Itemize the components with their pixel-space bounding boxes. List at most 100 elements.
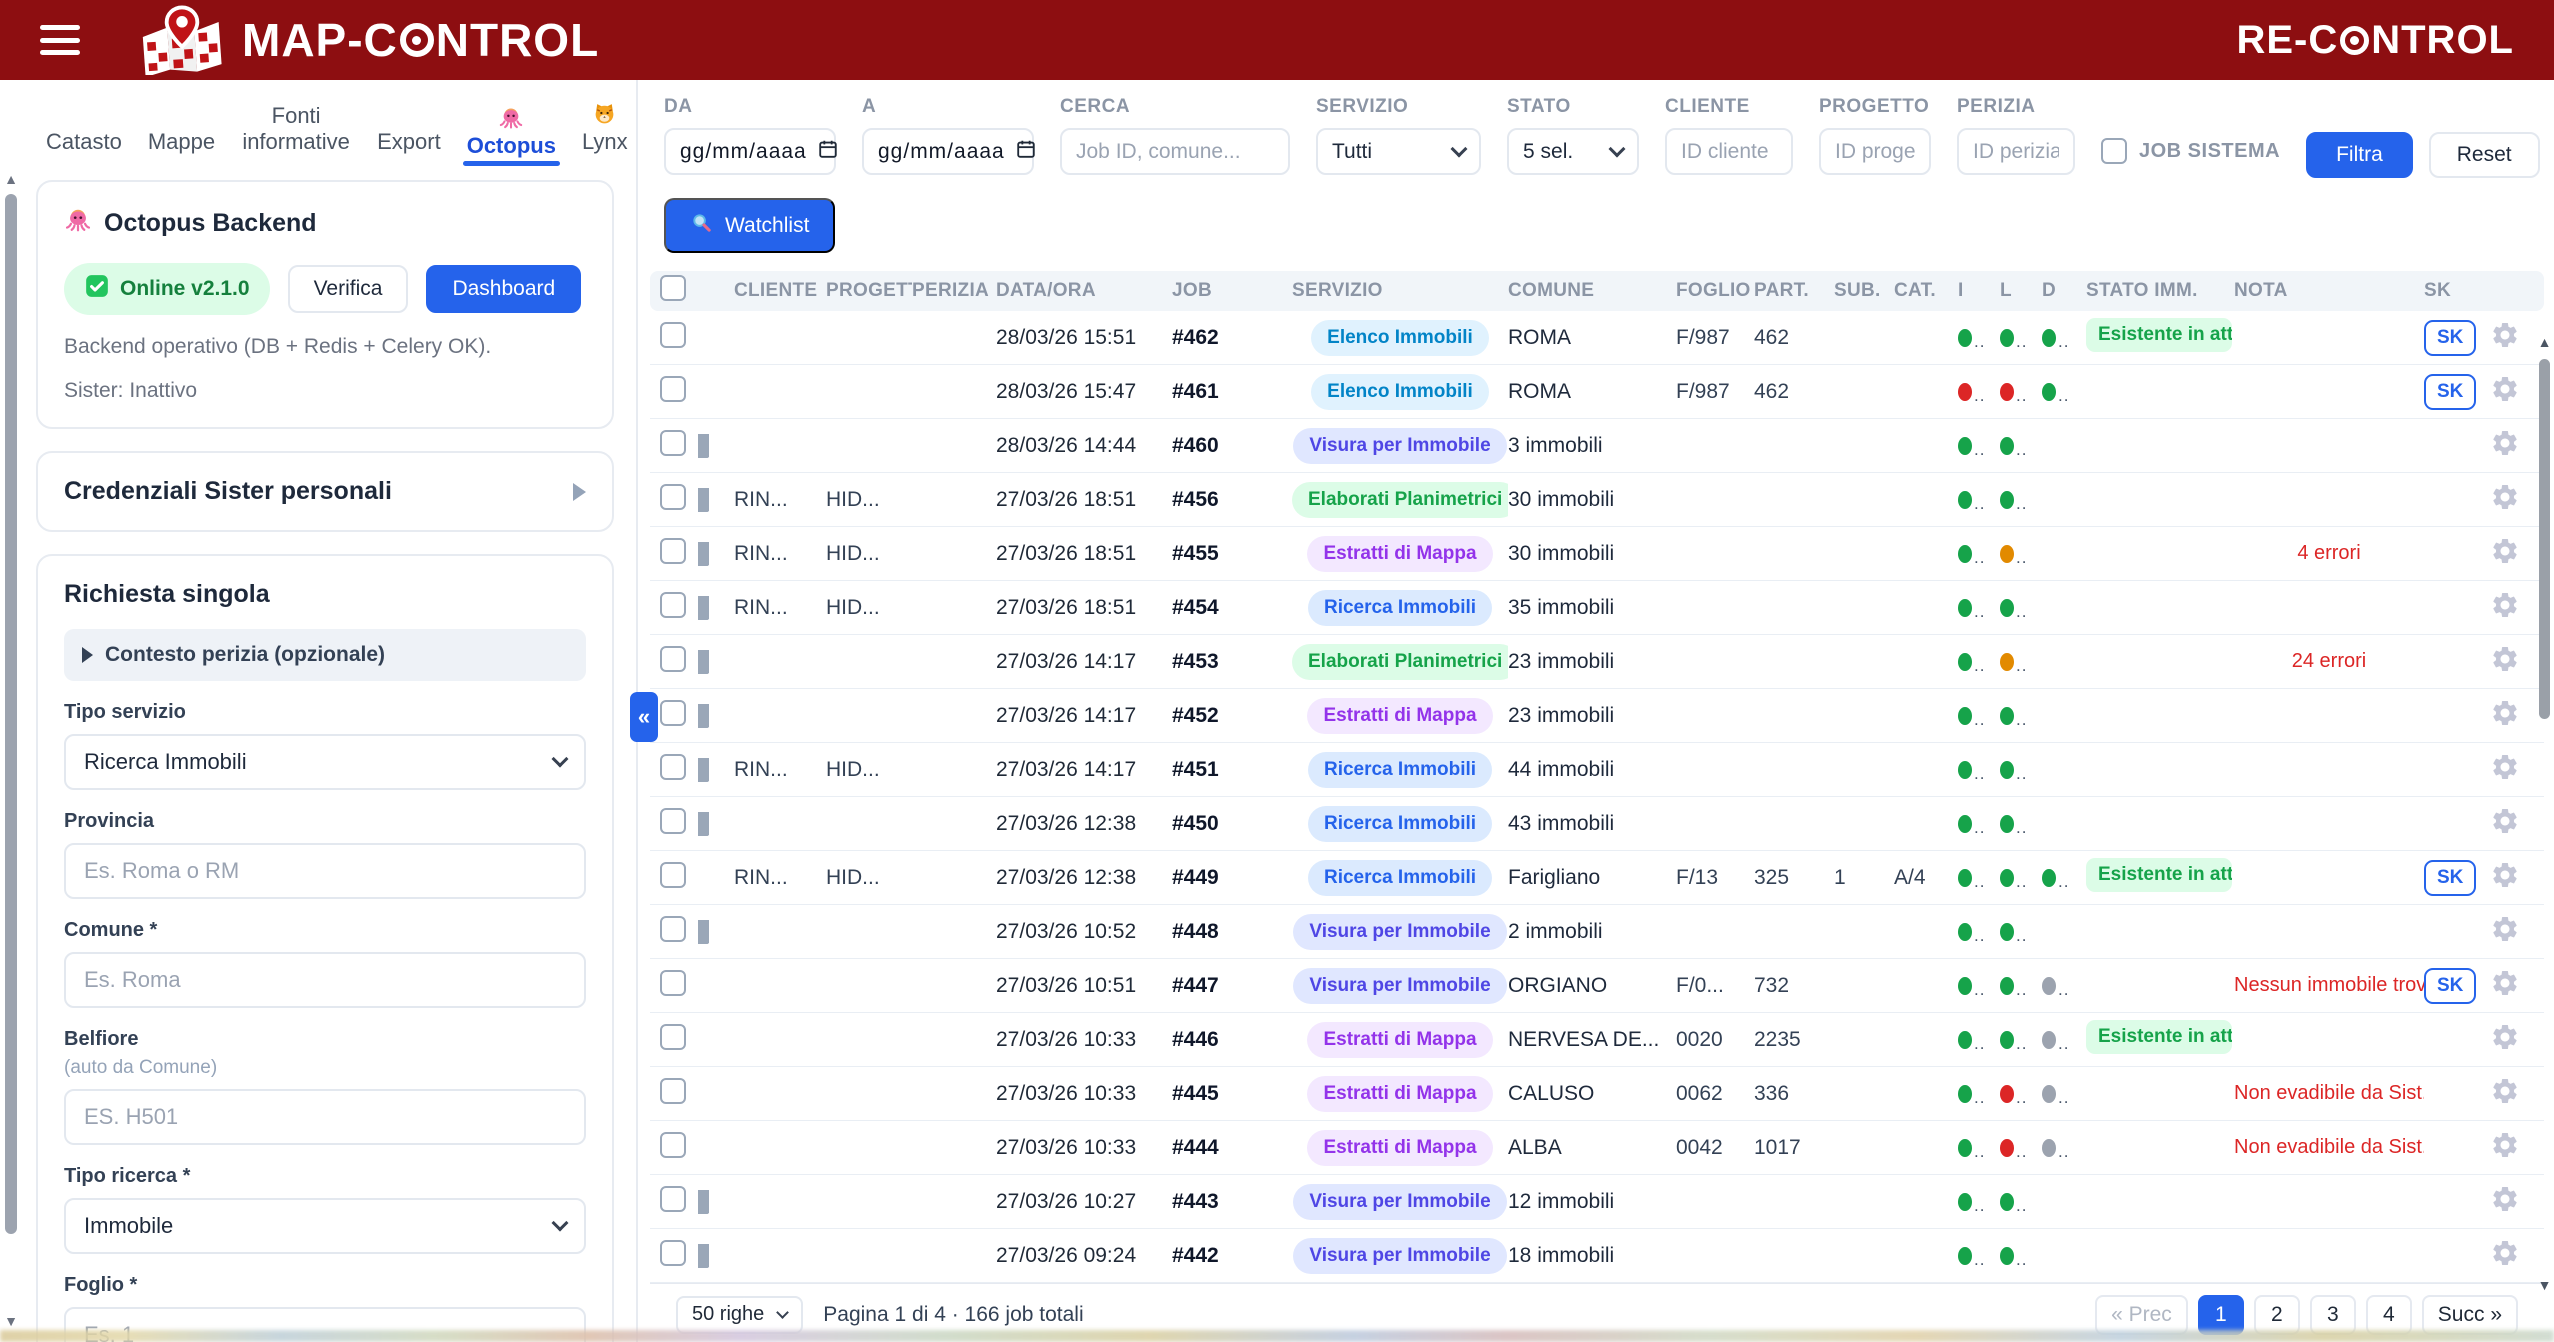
expand-row-icon[interactable] [698, 434, 709, 458]
da-date-input[interactable]: gg/mm/aaaa [664, 128, 836, 175]
contesto-perizia-toggle[interactable]: Contesto perizia (opzionale) [64, 629, 586, 681]
row-checkbox[interactable] [660, 376, 686, 402]
scroll-up-icon[interactable]: ▲ [3, 172, 19, 186]
gear-icon[interactable] [2490, 440, 2520, 463]
expand-row-icon[interactable] [698, 488, 709, 512]
expand-row-icon[interactable] [698, 650, 709, 674]
gear-icon[interactable] [2490, 818, 2520, 841]
row-checkbox[interactable] [660, 700, 686, 726]
belfiore-input[interactable] [64, 1089, 586, 1145]
gear-icon[interactable] [2490, 1250, 2520, 1273]
gear-icon[interactable] [2490, 764, 2520, 787]
select-all-checkbox[interactable] [660, 275, 686, 301]
cliente-filter-input[interactable] [1681, 140, 1777, 164]
row-checkbox[interactable] [660, 430, 686, 456]
gear-icon[interactable] [2490, 386, 2520, 409]
row-checkbox[interactable] [660, 322, 686, 348]
gear-icon[interactable] [2490, 926, 2520, 949]
sidebar-scrollbar-thumb[interactable] [5, 194, 17, 1234]
tab-octopus[interactable]: Octopus [467, 105, 556, 166]
row-checkbox[interactable] [660, 538, 686, 564]
expand-row-icon[interactable] [698, 1244, 709, 1268]
tab-lynx[interactable]: Lynx [582, 101, 628, 166]
row-checkbox[interactable] [660, 592, 686, 618]
expand-arrow-icon[interactable] [573, 483, 586, 501]
tab-mappe[interactable]: Mappe [148, 129, 215, 166]
scroll-down-icon[interactable]: ▼ [2537, 1278, 2552, 1292]
hamburger-menu-icon[interactable] [40, 25, 80, 55]
expand-row-icon[interactable] [698, 704, 709, 728]
row-checkbox[interactable] [660, 754, 686, 780]
table-scrollbar[interactable]: ▲ ▼ [2537, 335, 2552, 1292]
gear-icon[interactable] [2490, 1034, 2520, 1057]
servizio-filter-select[interactable]: Tutti [1316, 128, 1481, 175]
gear-icon[interactable] [2490, 710, 2520, 733]
comune-input[interactable] [64, 952, 586, 1008]
row-checkbox[interactable] [660, 808, 686, 834]
row-checkbox[interactable] [660, 1186, 686, 1212]
watchlist-button[interactable]: Watchlist [664, 198, 835, 253]
provincia-input[interactable] [64, 843, 586, 899]
dashboard-button[interactable]: Dashboard [426, 265, 581, 313]
gear-icon[interactable] [2490, 1088, 2520, 1111]
row-checkbox[interactable] [660, 916, 686, 942]
tab-catasto[interactable]: Catasto [46, 129, 122, 166]
scroll-down-icon[interactable]: ▼ [3, 1314, 19, 1328]
gear-icon[interactable] [2490, 656, 2520, 679]
table-scrollbar-thumb[interactable] [2539, 359, 2550, 719]
row-checkbox[interactable] [660, 646, 686, 672]
gear-icon[interactable] [2490, 980, 2520, 1003]
pagination-page-1[interactable]: 1 [2198, 1295, 2244, 1335]
expand-row-icon[interactable] [698, 596, 709, 620]
a-date-input[interactable]: gg/mm/aaaa [862, 128, 1034, 175]
tab-export[interactable]: Export [377, 129, 441, 166]
calendar-icon[interactable] [1015, 138, 1037, 166]
pagination-page-2[interactable]: 2 [2254, 1295, 2300, 1335]
gear-icon[interactable] [2490, 1196, 2520, 1219]
sidebar-scrollbar[interactable]: ▲ ▼ [3, 172, 19, 1342]
sk-button[interactable]: SK [2424, 374, 2476, 410]
job-sistema-checkbox[interactable] [2101, 138, 2127, 164]
sk-button[interactable]: SK [2424, 320, 2476, 356]
perizia-filter-input[interactable] [1973, 140, 2059, 164]
reset-button[interactable]: Reset [2429, 132, 2540, 178]
expand-row-icon[interactable] [698, 1190, 709, 1214]
scroll-up-icon[interactable]: ▲ [2537, 335, 2552, 349]
pagination-page-4[interactable]: 4 [2366, 1295, 2412, 1335]
pagination-page-3[interactable]: 3 [2310, 1295, 2356, 1335]
verifica-button[interactable]: Verifica [288, 265, 409, 313]
expand-row-icon[interactable] [698, 920, 709, 944]
row-checkbox[interactable] [660, 1078, 686, 1104]
pagination-next-button[interactable]: Succ » [2422, 1295, 2518, 1335]
gear-icon[interactable] [2490, 494, 2520, 517]
gear-icon[interactable] [2490, 1142, 2520, 1165]
row-checkbox[interactable] [660, 970, 686, 996]
progetto-filter-input[interactable] [1835, 140, 1915, 164]
expand-row-icon[interactable] [698, 758, 709, 782]
credenziali-sister-card[interactable]: Credenziali Sister personali [36, 451, 614, 532]
row-checkbox[interactable] [660, 1132, 686, 1158]
calendar-icon[interactable] [817, 138, 839, 166]
rows-per-page-select[interactable]: 50 righe [676, 1296, 803, 1334]
filtra-button[interactable]: Filtra [2306, 132, 2413, 178]
row-checkbox[interactable] [660, 862, 686, 888]
gear-icon[interactable] [2490, 872, 2520, 895]
row-checkbox[interactable] [660, 1240, 686, 1266]
gear-icon[interactable] [2490, 602, 2520, 625]
row-checkbox[interactable] [660, 1024, 686, 1050]
cerca-filter-input[interactable] [1076, 140, 1274, 164]
gear-icon[interactable] [2490, 548, 2520, 571]
tab-fonti-informative[interactable]: Fonti informative [241, 103, 351, 166]
cell-foglio: 0020 [1676, 1028, 1754, 1052]
pagination-prev-button[interactable]: « Prec [2095, 1295, 2188, 1335]
stato-filter-select[interactable]: 5 sel. [1507, 128, 1639, 175]
tipo-servizio-select[interactable]: Ricerca Immobili [64, 734, 586, 790]
row-checkbox[interactable] [660, 484, 686, 510]
expand-row-icon[interactable] [698, 812, 709, 836]
sk-button[interactable]: SK [2424, 860, 2476, 896]
sk-button[interactable]: SK [2424, 968, 2476, 1004]
gear-icon[interactable] [2490, 332, 2520, 355]
expand-row-icon[interactable] [698, 542, 709, 566]
tipo-ricerca-select[interactable]: Immobile [64, 1198, 586, 1254]
sidebar-collapse-button[interactable]: « [630, 692, 658, 742]
